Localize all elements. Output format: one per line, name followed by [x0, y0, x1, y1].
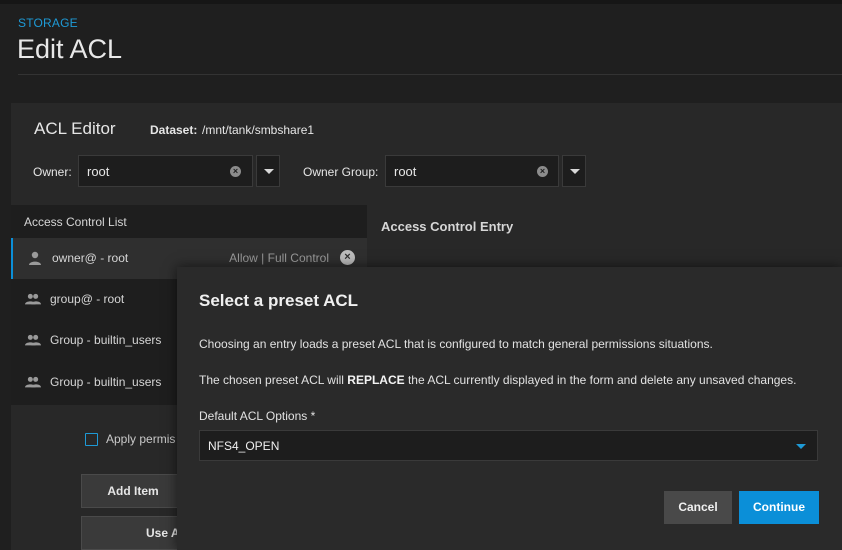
- owner-group-combobox[interactable]: root ×: [385, 155, 559, 187]
- default-acl-options-label: Default ACL Options *: [199, 409, 316, 423]
- dialog-warning-post: the ACL currently displayed in the form …: [404, 373, 797, 387]
- owner-group-dropdown-button[interactable]: [562, 155, 586, 187]
- dialog-warning-pre: The chosen preset ACL will: [199, 373, 348, 387]
- dialog-warning-emphasis: REPLACE: [347, 373, 405, 387]
- apply-permissions-checkbox[interactable]: [85, 433, 98, 446]
- acl-item-label: group@ - root: [50, 292, 125, 306]
- owner-label: Owner:: [33, 165, 72, 179]
- owner-group-value: root: [394, 164, 417, 179]
- acl-editor-title: ACL Editor: [34, 119, 116, 138]
- owner-group-label: Owner Group:: [303, 165, 379, 179]
- acl-list-header: Access Control List: [24, 215, 127, 229]
- acl-item-label: owner@ - root: [52, 251, 129, 265]
- acl-item-label: Group - builtin_users: [50, 333, 162, 347]
- dialog-warning: The chosen preset ACL will REPLACE the A…: [199, 373, 796, 387]
- dialog-title: Select a preset ACL: [199, 291, 359, 310]
- breadcrumb[interactable]: STORAGE: [18, 16, 78, 30]
- owner-dropdown-button[interactable]: [256, 155, 280, 187]
- chevron-down-icon: [264, 169, 274, 174]
- acl-item-label: Group - builtin_users: [50, 375, 162, 389]
- page-title: Edit ACL: [17, 34, 123, 64]
- continue-button[interactable]: Continue: [739, 491, 819, 524]
- owner-combobox[interactable]: root ×: [78, 155, 253, 187]
- cancel-button[interactable]: Cancel: [664, 491, 732, 524]
- remove-entry-icon[interactable]: ×: [340, 250, 355, 265]
- chevron-down-icon: [796, 444, 806, 449]
- dataset-value: /mnt/tank/smbshare1: [202, 123, 315, 137]
- group-icon: [25, 334, 41, 346]
- title-divider: [18, 74, 842, 75]
- group-icon: [25, 376, 41, 388]
- apply-permissions-label: Apply permis: [106, 432, 176, 446]
- dialog-description: Choosing an entry loads a preset ACL tha…: [199, 337, 713, 351]
- owner-value: root: [87, 164, 110, 179]
- top-strip: [0, 0, 842, 4]
- chevron-down-icon: [570, 169, 580, 174]
- default-acl-options-value: NFS4_OPEN: [208, 439, 280, 453]
- acl-item-permission: Allow | Full Control: [229, 251, 329, 265]
- dataset-label: Dataset:: [150, 123, 198, 137]
- access-control-entry-title: Access Control Entry: [381, 219, 514, 234]
- default-acl-options-select[interactable]: NFS4_OPEN: [199, 430, 818, 461]
- clear-owner-icon[interactable]: ×: [230, 166, 241, 177]
- clear-owner-group-icon[interactable]: ×: [537, 166, 548, 177]
- person-icon: [29, 251, 41, 265]
- group-icon: [25, 293, 41, 305]
